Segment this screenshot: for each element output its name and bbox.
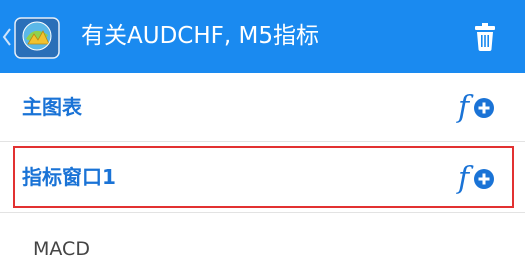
add-indicator-window-button[interactable]: f [456,160,498,196]
indicators-screen: 有关AUDCHF, M5指标 主图表 f 指标窗口1 f MACD [0,0,525,275]
page-title: 有关AUDCHF, M5指标 [81,23,319,49]
metatrader-logo-icon[interactable] [14,17,60,59]
indicator-name: MACD [33,238,90,260]
svg-text:f: f [456,161,474,196]
main-chart-label: 主图表 [22,95,82,119]
app-header: 有关AUDCHF, M5指标 [0,0,525,73]
delete-button[interactable] [466,17,504,57]
add-function-icon: f [456,161,494,196]
add-function-icon: f [456,90,494,125]
indicator-list-item[interactable]: MACD [0,212,525,275]
main-chart-row[interactable]: 主图表 f [0,73,525,142]
indicator-window-label: 指标窗口1 [22,165,116,189]
trash-icon [475,23,495,51]
svg-text:f: f [456,90,474,125]
chevron-left-icon[interactable] [0,22,14,52]
add-indicator-main-chart-button[interactable]: f [456,89,498,125]
indicator-window-row[interactable]: 指标窗口1 f [0,142,525,213]
